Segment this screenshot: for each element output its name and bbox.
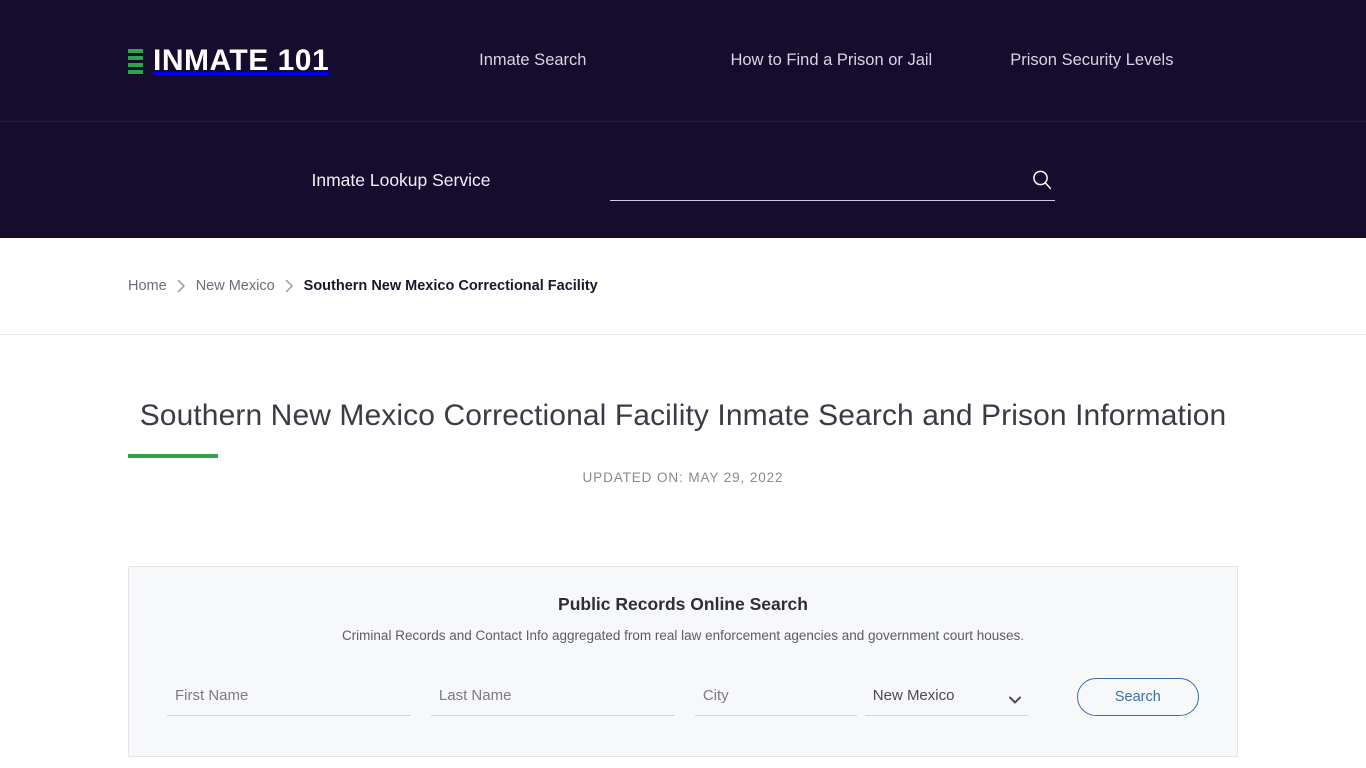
city-field [694, 676, 857, 716]
first-name-input[interactable] [167, 676, 411, 715]
bars-logo-icon [128, 46, 143, 76]
search-button[interactable]: Search [1076, 678, 1199, 716]
panel-subtitle: Criminal Records and Contact Info aggreg… [341, 628, 1025, 643]
brand-name: INMATE 101 [153, 43, 330, 77]
breadcrumb-bar: Home New Mexico Southern New Mexico Corr… [0, 238, 1366, 335]
last-name-input[interactable] [430, 676, 675, 715]
nav-item-inmate-search[interactable]: Inmate Search [479, 45, 586, 76]
panel-title: Public Records Online Search [558, 594, 808, 614]
state-field: New Mexico [864, 676, 1028, 716]
public-records-panel: Public Records Online Search Criminal Re… [128, 566, 1238, 757]
site-header: INMATE 101 Inmate Search How to Find a P… [0, 0, 1366, 122]
first-name-field [167, 676, 411, 716]
brand-logo[interactable]: INMATE 101 [128, 43, 330, 77]
primary-nav: Inmate Search How to Find a Prison or Ja… [479, 45, 1173, 76]
nav-item-prison-security-levels[interactable]: Prison Security Levels [1010, 45, 1173, 76]
nav-item-how-to-find-a-prison-or-jail[interactable]: How to Find a Prison or Jail [730, 45, 932, 76]
page-title: Southern New Mexico Correctional Facilit… [139, 399, 1227, 432]
title-accent-bar [128, 454, 218, 458]
lookup-search-bar: Inmate Lookup Service [0, 122, 1366, 238]
breadcrumb: Home New Mexico Southern New Mexico Corr… [128, 278, 598, 294]
chevron-right-icon [285, 279, 294, 293]
main-content: Southern New Mexico Correctional Facilit… [0, 335, 1366, 757]
updated-on-text: UPDATED ON: MAY 29, 2022 [582, 470, 784, 485]
public-records-form: New Mexico Search [167, 676, 1199, 716]
last-name-field [430, 676, 675, 716]
breadcrumb-item-home[interactable]: Home [128, 278, 167, 294]
search-input[interactable] [609, 161, 1055, 201]
breadcrumb-item-current: Southern New Mexico Correctional Facilit… [303, 278, 598, 294]
city-input[interactable] [694, 676, 857, 715]
state-select[interactable]: New Mexico [864, 676, 1028, 715]
lookup-service-label: Inmate Lookup Service [311, 169, 491, 190]
chevron-right-icon [177, 279, 186, 293]
breadcrumb-item-new-mexico[interactable]: New Mexico [196, 278, 275, 294]
search-field [609, 159, 1055, 201]
